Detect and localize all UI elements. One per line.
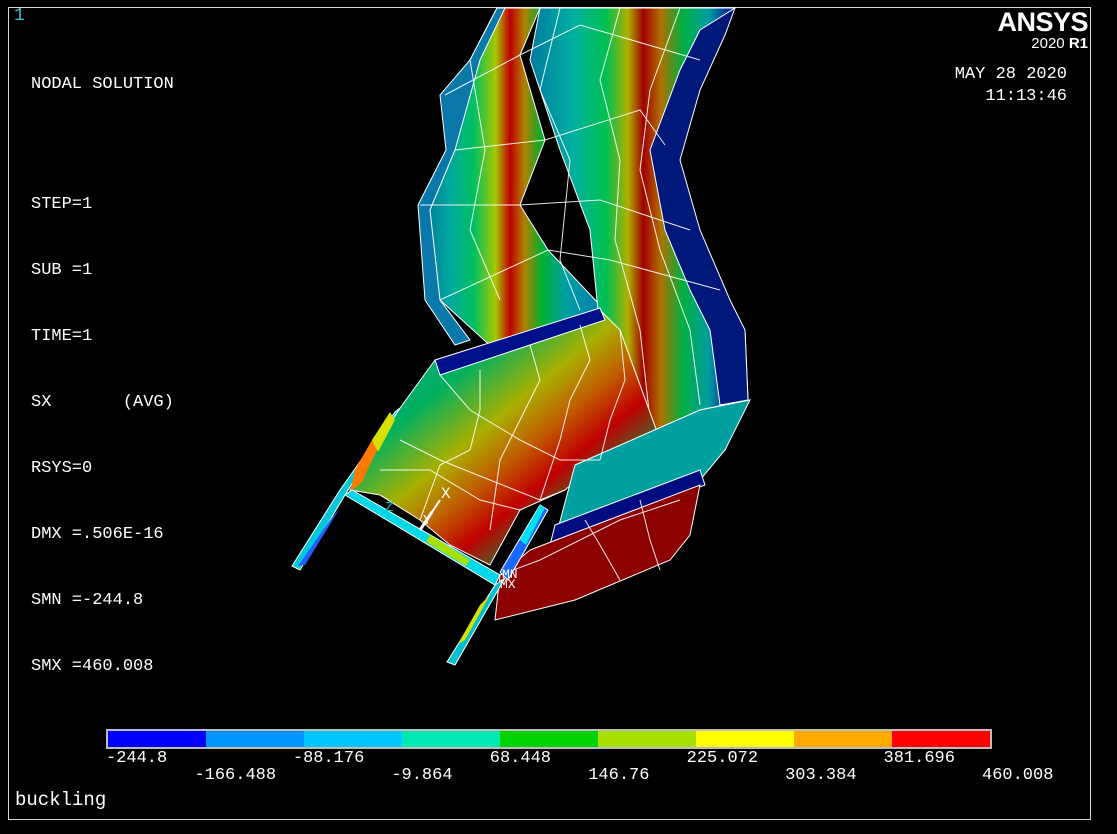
legend-value-bottom: 146.76 [588,766,650,785]
legend-value-top: 225.072 [686,749,759,768]
legend-value-bottom: -9.864 [391,766,453,785]
legend-swatch-7 [794,731,892,747]
plot-title: buckling [15,789,107,811]
legend-swatch-4 [500,731,598,747]
right-lower-flange [446,577,506,666]
legend-value-top: -244.8 [106,749,168,768]
legend-value-top: -88.176 [292,749,365,768]
legend-value-bottom: 460.008 [982,766,1054,785]
right-lower-flange-yellow [458,595,490,644]
legend-value-bottom: 303.384 [785,766,857,785]
legend-swatch-8 [892,731,990,747]
legend-swatch-6 [696,731,794,747]
triad-x-label: X [441,485,451,503]
legend-swatch-1 [206,731,304,747]
right-upper-flange-cyan [520,505,545,545]
legend-value-bottom: -166.488 [194,766,277,785]
contour-legend-bar [106,729,992,749]
left-flange-blue [298,508,340,566]
fe-model-plot[interactable]: X Y Z MN MX [0,0,1117,834]
legend-value-top: 381.696 [883,749,955,768]
legend-swatch-3 [402,731,500,747]
legend-value-top: 68.448 [489,749,551,768]
legend-swatch-5 [598,731,696,747]
triad-y-label: Y [423,513,432,529]
triad-z-label: Z [385,500,393,516]
legend-swatch-0 [108,731,206,747]
max-marker: MX [500,577,516,592]
legend-swatch-2 [304,731,402,747]
